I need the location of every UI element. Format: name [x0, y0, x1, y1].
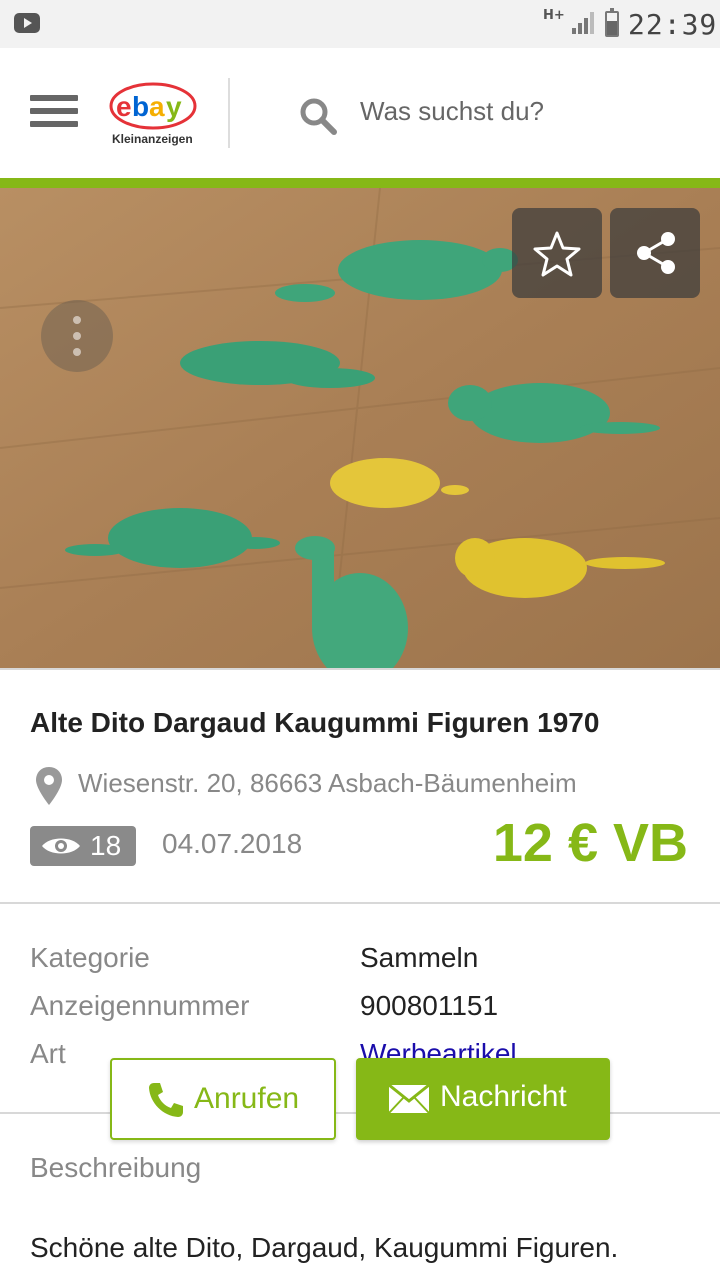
message-button[interactable]: Nachricht [356, 1058, 610, 1140]
ad-title: Alte Dito Dargaud Kaugummi Figuren 1970 [30, 707, 600, 738]
app-header: e b a y Was suchst du? [0, 48, 720, 178]
share-icon [637, 232, 675, 274]
ad-date: 04.07.2018 [162, 828, 303, 859]
svg-text:y: y [166, 91, 182, 122]
signal-icon [572, 12, 594, 34]
clock: 22:39 [628, 8, 718, 41]
logo-subtext: Kleinanzeigen [112, 132, 193, 146]
detail-label-art: Art [30, 1038, 66, 1069]
ad-location[interactable]: Wiesenstr. 20, 86663 Asbach-Bäumenheim [78, 768, 577, 799]
call-button[interactable]: Anrufen [110, 1058, 336, 1140]
message-button-label: Nachricht [440, 1080, 567, 1113]
location-pin-icon [36, 767, 62, 805]
call-button-label: Anrufen [194, 1082, 300, 1115]
favorite-button[interactable] [512, 208, 602, 298]
ad-photo[interactable] [0, 188, 720, 670]
svg-text:a: a [149, 91, 165, 122]
youtube-icon [14, 13, 40, 33]
detail-label-anzeigennummer: Anzeigennummer [30, 990, 250, 1021]
more-vertical-icon[interactable] [41, 300, 113, 372]
detail-label-kategorie: Kategorie [30, 942, 150, 973]
phone-icon [149, 1083, 183, 1117]
status-bar: H+ 22:39 [0, 0, 720, 48]
envelope-icon [388, 1084, 430, 1114]
header-divider [228, 78, 230, 148]
detail-value-anzeigennummer: 900801151 [360, 990, 499, 1021]
detail-value-kategorie: Sammeln [360, 942, 479, 973]
ad-price: 12 € VB [492, 813, 688, 873]
views-count: 18 [90, 830, 122, 861]
search-icon[interactable] [298, 96, 338, 136]
svg-text:e: e [116, 91, 132, 122]
views-badge: 18 [30, 826, 136, 866]
header-accent-strip [0, 178, 720, 188]
share-button[interactable] [610, 208, 700, 298]
menu-icon[interactable] [30, 95, 78, 131]
star-icon [533, 231, 581, 277]
search-input[interactable]: Was suchst du? [360, 96, 544, 127]
battery-icon [605, 8, 619, 37]
divider [0, 902, 720, 904]
svg-text:b: b [132, 91, 149, 122]
description-text: Schöne alte Dito, Dargaud, Kaugummi Figu… [30, 1232, 619, 1263]
eye-icon [42, 838, 80, 854]
divider [0, 668, 720, 670]
description-title: Beschreibung [30, 1152, 202, 1183]
network-type: H+ [543, 8, 565, 23]
